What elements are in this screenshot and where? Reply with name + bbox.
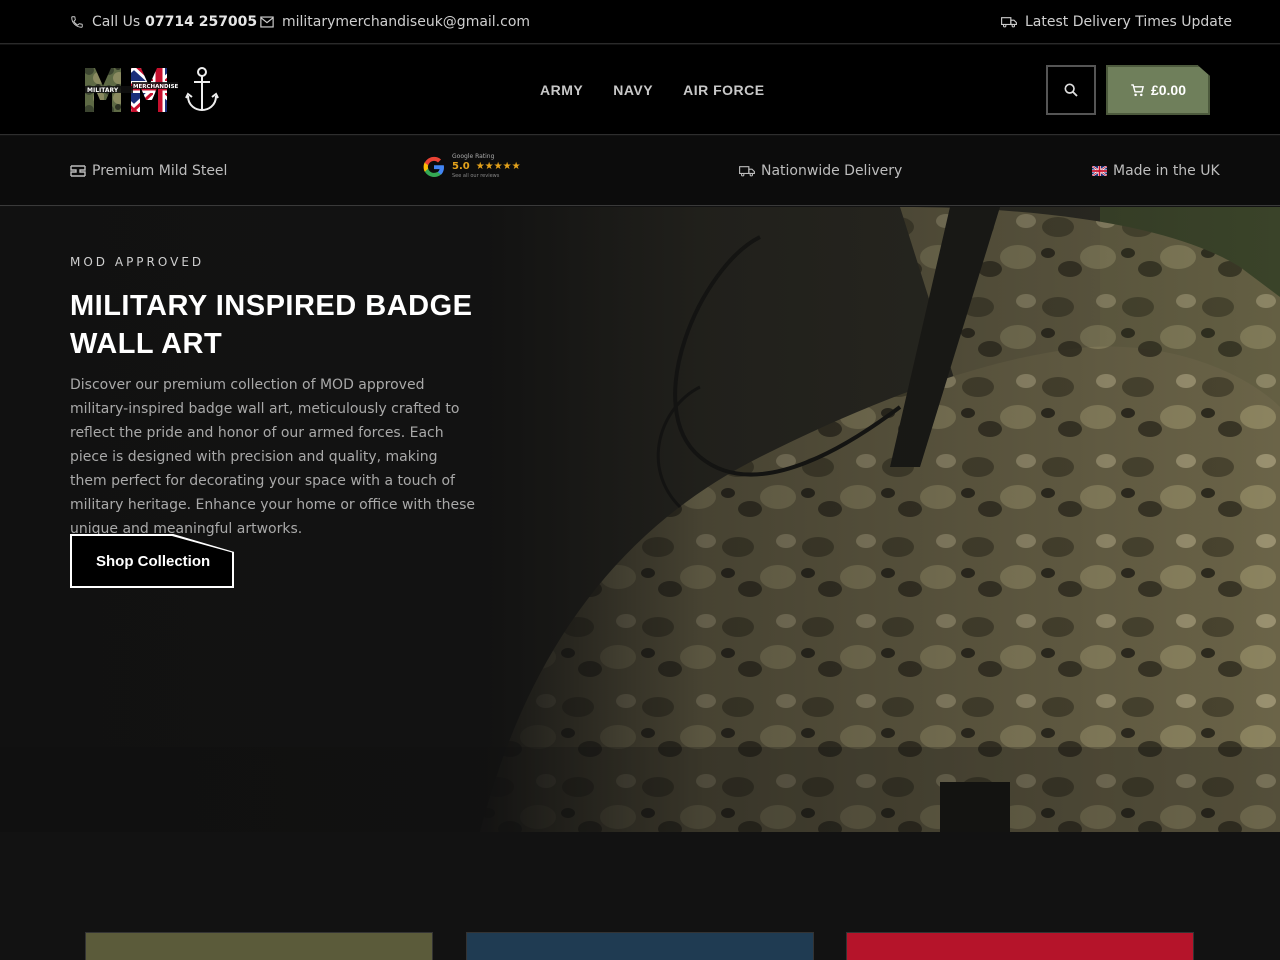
- nav-army[interactable]: ARMY: [540, 82, 583, 98]
- google-rating-label: Google Rating: [452, 153, 495, 160]
- army-collection-card[interactable]: [85, 932, 433, 960]
- nav-navy[interactable]: NAVY: [613, 82, 653, 98]
- google-rating-score: 5.0: [452, 161, 470, 172]
- steel-icon: [70, 165, 86, 177]
- delivery-times-link[interactable]: Latest Delivery Times Update: [1001, 0, 1232, 44]
- top-bar: Call Us 07714 257005 militarymerchandise…: [0, 0, 1280, 44]
- site-logo[interactable]: MILITARY MERCHANDISE: [84, 64, 224, 116]
- cart-total: £0.00: [1150, 82, 1187, 98]
- phone-number[interactable]: 07714 257005: [145, 14, 257, 30]
- usp-made-uk: Made in the UK: [1092, 136, 1220, 206]
- usp-made-text: Made in the UK: [1113, 163, 1220, 179]
- svg-text:MILITARY: MILITARY: [87, 87, 119, 94]
- google-rating-badge[interactable]: Google Rating 5.0 ★★★★★ See all our revie…: [422, 154, 521, 179]
- logo-mark: MILITARY MERCHANDISE: [85, 67, 219, 112]
- call-label: Call Us: [92, 14, 141, 30]
- hero-title: MILITARY INSPIRED BADGE WALL ART: [70, 290, 473, 360]
- email-text: militarymerchandiseuk@gmail.com: [282, 14, 531, 30]
- delivery-times-text: Latest Delivery Times Update: [1025, 14, 1232, 30]
- truck-icon: [739, 166, 755, 177]
- hero-eyebrow: MOD APPROVED: [70, 255, 205, 269]
- air-force-collection-card[interactable]: [846, 932, 1194, 960]
- collections-section: [0, 832, 1280, 960]
- cart-icon: [1131, 83, 1144, 96]
- hero-description: Discover our premium collection of MOD a…: [70, 377, 476, 537]
- navy-collection-card[interactable]: [466, 932, 814, 960]
- usp-delivery: Nationwide Delivery: [739, 136, 902, 206]
- call-us[interactable]: Call Us 07714 257005: [70, 0, 257, 44]
- google-g-icon: [423, 156, 444, 177]
- mail-icon: [260, 16, 274, 28]
- usp-steel: Premium Mild Steel: [70, 136, 227, 206]
- search-button[interactable]: [1046, 65, 1096, 115]
- phone-icon: [71, 16, 83, 28]
- main-nav: ARMY NAVY AIR FORCE: [540, 45, 795, 135]
- google-reviews-link[interactable]: See all our reviews: [452, 174, 521, 179]
- cart-button[interactable]: £0.00: [1106, 65, 1210, 115]
- email-link[interactable]: militarymerchandiseuk@gmail.com: [260, 0, 530, 44]
- site-header: MILITARY MERCHANDISE ARMY NAVY AIR FORCE…: [0, 45, 1280, 135]
- usp-steel-text: Premium Mild Steel: [92, 163, 228, 179]
- truck-icon: [1001, 17, 1017, 28]
- usp-bar: Premium Mild Steel Nationwide Delivery M…: [0, 136, 1280, 206]
- hero-banner: MOD APPROVED MILITARY INSPIRED BADGE WAL…: [0, 207, 1280, 832]
- star-rating: ★★★★★: [475, 161, 521, 172]
- search-icon: [1064, 83, 1078, 97]
- svg-text:MERCHANDISE: MERCHANDISE: [133, 84, 179, 90]
- nav-air-force[interactable]: AIR FORCE: [683, 82, 765, 98]
- uk-flag-icon: [1092, 166, 1107, 176]
- usp-delivery-text: Nationwide Delivery: [761, 163, 903, 179]
